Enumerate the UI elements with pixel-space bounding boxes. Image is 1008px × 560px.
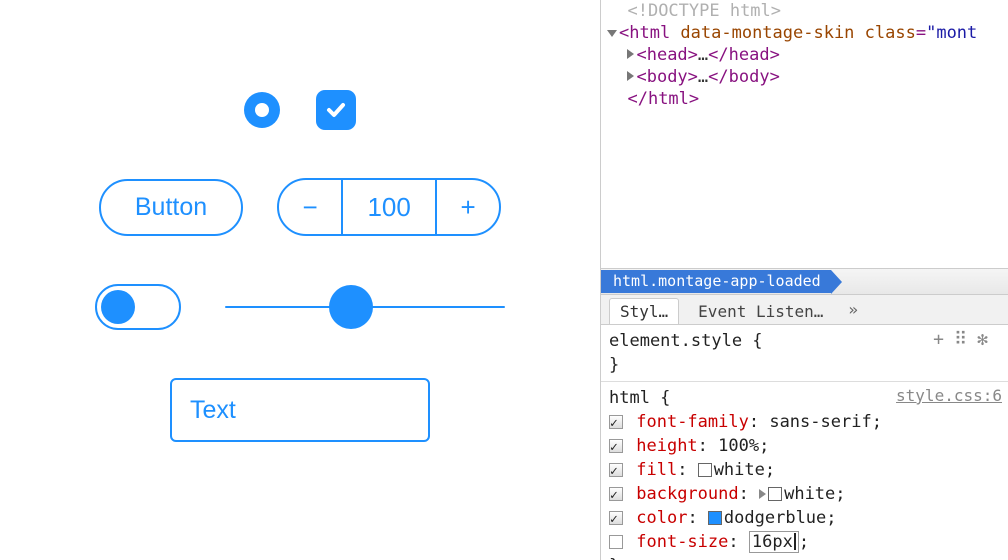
radio-dot-icon (255, 103, 269, 117)
row-toggle-slider (0, 284, 600, 330)
tab-strip: Styl… Event Listen… » (601, 295, 1008, 325)
dom-body[interactable]: <body>…</body> (607, 66, 1002, 88)
css-property[interactable]: font-family (636, 412, 749, 432)
add-rule-icon[interactable]: + (933, 329, 954, 350)
css-property[interactable]: background (636, 484, 738, 504)
css-property[interactable]: fill (636, 460, 677, 480)
toggle-switch[interactable] (95, 284, 181, 330)
row-button-stepper: Button − 100 + (0, 178, 600, 236)
more-tabs-icon[interactable]: » (848, 300, 858, 319)
text-input[interactable] (170, 378, 430, 442)
dom-doctype[interactable]: <!DOCTYPE html> (607, 0, 1002, 22)
source-link[interactable]: style.css:6 (896, 386, 1002, 405)
row-text-input (0, 378, 600, 442)
css-rule[interactable]: height: 100%; (609, 434, 1000, 458)
expand-tri-icon[interactable] (759, 489, 766, 499)
css-value-editing[interactable]: 16px (749, 531, 799, 553)
css-value[interactable]: 100% (718, 436, 759, 456)
color-swatch[interactable] (768, 487, 782, 501)
dom-tree[interactable]: <!DOCTYPE html> <html data-montage-skin … (601, 0, 1008, 268)
css-enable-checkbox[interactable] (609, 511, 623, 525)
color-swatch[interactable] (708, 511, 722, 525)
styles-toolbar: +⠿✻ (933, 329, 998, 350)
css-enable-checkbox[interactable] (609, 415, 623, 429)
dom-html-open[interactable]: <html data-montage-skin class="mont (607, 22, 1002, 44)
css-value[interactable]: white (714, 460, 765, 480)
toggle-knob (101, 290, 135, 324)
gear-icon[interactable]: ✻ (977, 329, 998, 350)
css-value[interactable]: dodgerblue (724, 508, 826, 528)
tab-event-listeners[interactable]: Event Listen… (687, 298, 834, 324)
dom-html-close[interactable]: </html> (607, 88, 1002, 110)
selector-close: } (609, 554, 1000, 560)
radio-button[interactable] (244, 92, 280, 128)
tab-styles[interactable]: Styl… (609, 298, 679, 324)
css-enable-checkbox[interactable] (609, 535, 623, 549)
html-style-section[interactable]: style.css:6 html { font-family: sans-ser… (601, 381, 1008, 560)
checkmark-icon (324, 98, 348, 122)
css-value[interactable]: white (784, 484, 835, 504)
css-enable-checkbox[interactable] (609, 439, 623, 453)
color-swatch[interactable] (698, 463, 712, 477)
breadcrumb: html.montage-app-loaded (601, 268, 1008, 295)
slider[interactable] (225, 306, 505, 308)
text-cursor (794, 533, 796, 550)
slider-thumb[interactable] (329, 285, 373, 329)
devtools-panel: <!DOCTYPE html> <html data-montage-skin … (600, 0, 1008, 560)
dom-head[interactable]: <head>…</head> (607, 44, 1002, 66)
styles-pane: +⠿✻ element.style { } style.css:6 html {… (601, 325, 1008, 560)
css-rule[interactable]: color: dodgerblue; (609, 506, 1000, 530)
ui-component-showcase: Button − 100 + (0, 0, 600, 560)
css-property[interactable]: font-size (636, 532, 728, 552)
toggle-element-state-icon[interactable]: ⠿ (954, 329, 977, 350)
button[interactable]: Button (99, 179, 243, 236)
css-enable-checkbox[interactable] (609, 487, 623, 501)
css-property[interactable]: color (636, 508, 687, 528)
expand-arrow-right-icon[interactable] (627, 71, 634, 81)
expand-arrow-down-icon[interactable] (607, 30, 617, 37)
stepper-minus-button[interactable]: − (279, 180, 341, 234)
css-property[interactable]: height (636, 436, 697, 456)
stepper-value[interactable]: 100 (341, 180, 437, 234)
css-rule[interactable]: font-size: 16px; (609, 530, 1000, 554)
css-rule[interactable]: font-family: sans-serif; (609, 410, 1000, 434)
css-value[interactable]: sans-serif (769, 412, 871, 432)
row-radio-checkbox (0, 90, 600, 130)
checkbox[interactable] (316, 90, 356, 130)
stepper-plus-button[interactable]: + (437, 180, 499, 234)
css-rule[interactable]: background: white; (609, 482, 1000, 506)
breadcrumb-segment[interactable]: html.montage-app-loaded (601, 270, 831, 293)
expand-arrow-right-icon[interactable] (627, 49, 634, 59)
css-rule[interactable]: fill: white; (609, 458, 1000, 482)
css-enable-checkbox[interactable] (609, 463, 623, 477)
element-style-close: } (609, 353, 1000, 377)
quantity-stepper: − 100 + (277, 178, 501, 236)
